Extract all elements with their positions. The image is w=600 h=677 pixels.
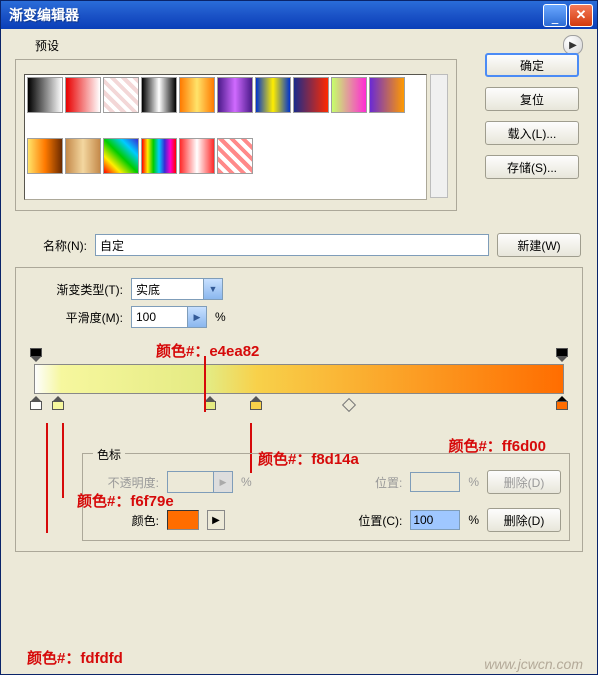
opacity-stop-left[interactable] <box>30 348 42 362</box>
preset-swatch-7[interactable] <box>293 77 329 113</box>
chevron-right-icon: ▶ <box>213 472 232 492</box>
dialog-buttons: 确定 复位 载入(L)... 存储(S)... <box>485 53 579 179</box>
preset-swatch-13[interactable] <box>141 138 177 174</box>
opacity-input: ▶ <box>167 471 233 493</box>
delete-opacity-button: 删除(D) <box>487 470 561 494</box>
gradient-group: 渐变类型(T): 实底 ▼ 平滑度(M): 100 ▶ % 颜色#：e4ea82 <box>15 267 583 552</box>
color-stop-2[interactable] <box>52 396 64 410</box>
name-label: 名称(N): <box>17 237 87 254</box>
chevron-down-icon: ▼ <box>203 279 222 299</box>
stops-group: 色标 颜色#：f8d14a 不透明度: ▶ % 位置: % 删除(D) 颜色#：… <box>82 453 570 541</box>
annotation-f8d14a: 颜色#：f8d14a <box>258 448 359 469</box>
gradient-type-row: 渐变类型(T): 实底 ▼ <box>28 278 570 300</box>
color-stop-1[interactable] <box>30 396 42 410</box>
name-input[interactable] <box>95 234 489 256</box>
gradient-bar-area <box>34 348 564 423</box>
preset-swatch-11[interactable] <box>65 138 101 174</box>
titlebar: 渐变编辑器 _ ✕ <box>1 1 597 29</box>
position2-input[interactable] <box>410 510 460 530</box>
gradient-type-label: 渐变类型(T): <box>28 281 123 298</box>
preset-swatch-4[interactable] <box>179 77 215 113</box>
smoothness-row: 平滑度(M): 100 ▶ % <box>28 306 570 328</box>
smoothness-value: 100 <box>136 310 156 324</box>
annot-line-3 <box>62 423 64 498</box>
color-row: 颜色: ▶ 位置(C): % 删除(D) <box>91 508 561 532</box>
presets-header-row: 预设 ▶ <box>31 35 583 55</box>
color-label: 颜色: <box>91 512 159 529</box>
gradient-editor-window: 渐变编辑器 _ ✕ 预设 ▶ 确定 复位 载入(L)... 存储(S)... 名… <box>0 0 598 675</box>
color-stop-5[interactable] <box>556 396 568 410</box>
position-label: 位置: <box>375 474 402 491</box>
gradient-type-dropdown[interactable]: 实底 ▼ <box>131 278 223 300</box>
presets-area <box>16 60 456 210</box>
preset-swatch-15[interactable] <box>217 138 253 174</box>
preset-swatch-14[interactable] <box>179 138 215 174</box>
name-row: 名称(N): 新建(W) <box>17 233 581 257</box>
color-swatch[interactable] <box>167 510 199 530</box>
preset-swatch-2[interactable] <box>103 77 139 113</box>
preset-swatch-0[interactable] <box>27 77 63 113</box>
opacity-stop-right[interactable] <box>556 348 568 362</box>
preset-swatch-3[interactable] <box>141 77 177 113</box>
annot-line-1 <box>204 356 206 412</box>
smoothness-input[interactable]: 100 ▶ <box>131 306 207 328</box>
annotation-fdfdfd: 颜色#：fdfdfd <box>27 647 123 668</box>
minimize-button[interactable]: _ <box>543 4 567 27</box>
smoothness-pct: % <box>215 310 226 324</box>
color-picker-button[interactable]: ▶ <box>207 510 225 530</box>
window-title: 渐变编辑器 <box>9 5 79 25</box>
preset-grid[interactable] <box>24 74 427 200</box>
color-stop-4[interactable] <box>250 396 262 410</box>
preset-swatch-6[interactable] <box>255 77 291 113</box>
annot-line-2 <box>46 423 48 533</box>
position-input <box>410 472 460 492</box>
opacity-label: 不透明度: <box>91 474 159 491</box>
reset-button[interactable]: 复位 <box>485 87 579 111</box>
delete-color-button[interactable]: 删除(D) <box>487 508 561 532</box>
watermark: www.jcwcn.com <box>484 656 583 672</box>
annotation-f6f79e: 颜色#：f6f79e <box>77 490 174 511</box>
preset-swatch-5[interactable] <box>217 77 253 113</box>
gradient-bar[interactable] <box>34 364 564 394</box>
preset-swatch-8[interactable] <box>331 77 367 113</box>
new-button[interactable]: 新建(W) <box>497 233 581 257</box>
presets-label: 预设 <box>31 37 63 54</box>
window-controls: _ ✕ <box>543 4 593 27</box>
preset-swatch-12[interactable] <box>103 138 139 174</box>
presets-menu-button[interactable]: ▶ <box>563 35 583 55</box>
smoothness-label: 平滑度(M): <box>28 309 123 326</box>
close-button[interactable]: ✕ <box>569 4 593 27</box>
stops-label: 色标 <box>93 446 125 463</box>
preset-swatch-1[interactable] <box>65 77 101 113</box>
presets-scrollbar[interactable] <box>430 74 448 198</box>
save-button[interactable]: 存储(S)... <box>485 155 579 179</box>
preset-swatch-10[interactable] <box>27 138 63 174</box>
presets-group <box>15 59 457 211</box>
gradient-type-value: 实底 <box>136 281 160 298</box>
load-button[interactable]: 载入(L)... <box>485 121 579 145</box>
chevron-right-icon: ▶ <box>187 307 206 327</box>
position2-label: 位置(C): <box>358 512 402 529</box>
preset-swatch-9[interactable] <box>369 77 405 113</box>
ok-button[interactable]: 确定 <box>485 53 579 77</box>
midpoint-diamond[interactable] <box>342 398 356 412</box>
